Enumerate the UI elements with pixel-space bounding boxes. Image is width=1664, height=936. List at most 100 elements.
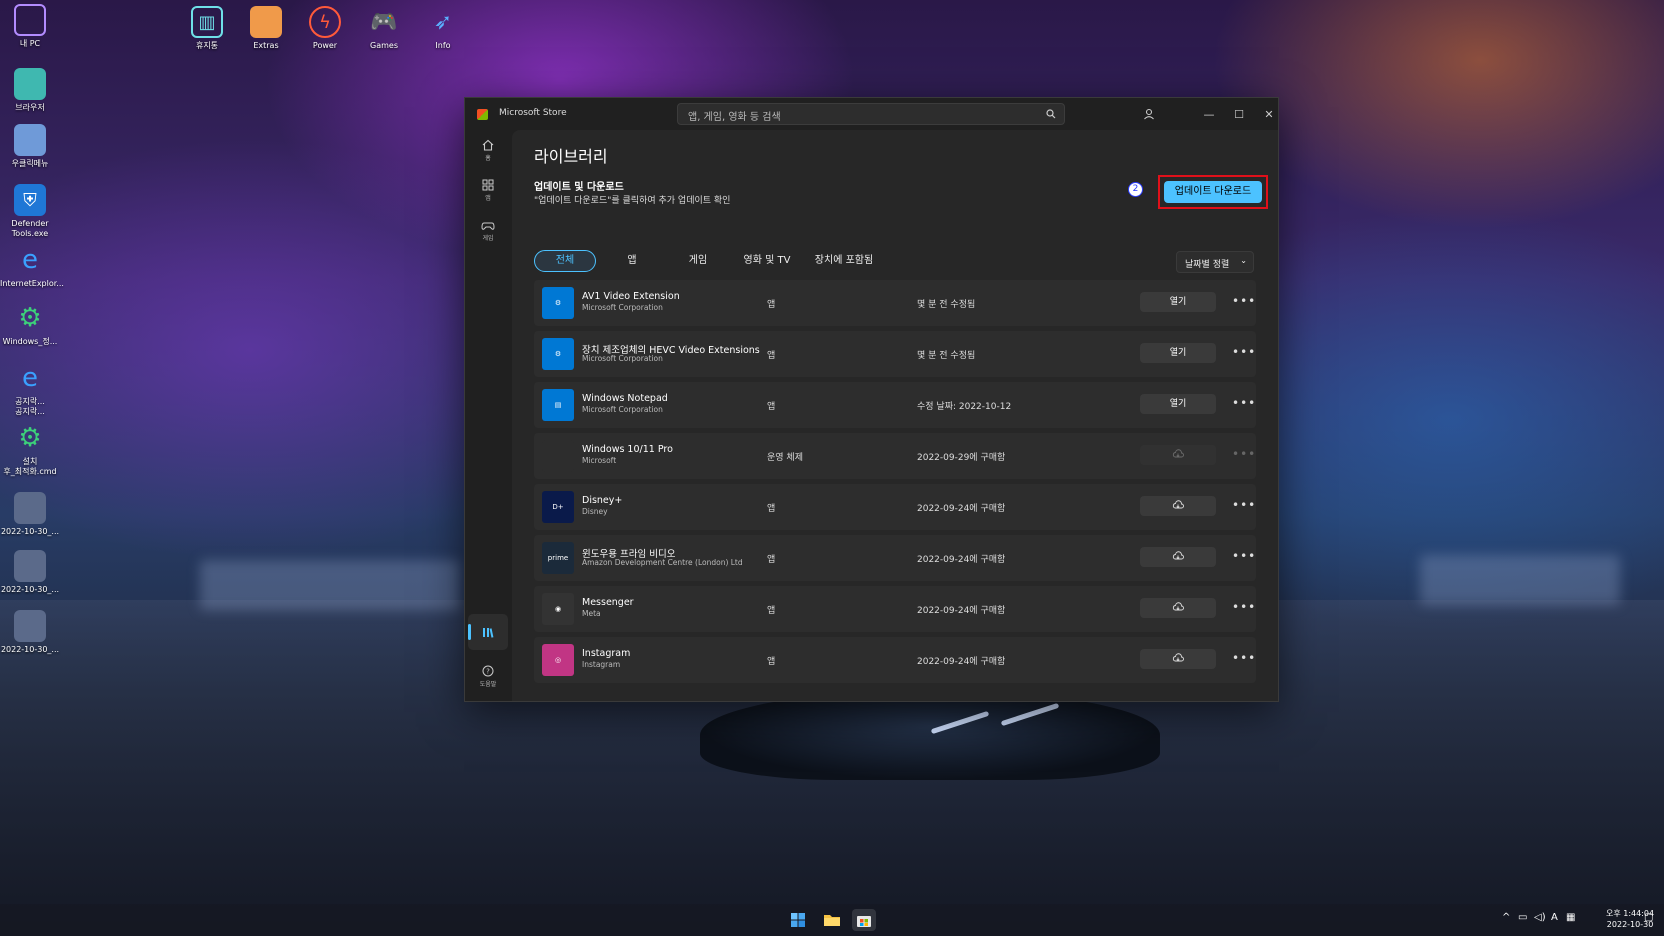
cloud-download-button[interactable] — [1140, 649, 1216, 669]
more-options-icon[interactable]: ••• — [1232, 396, 1256, 410]
cloud-download-icon — [1172, 449, 1184, 462]
desktop-icon[interactable]: ➶ Info — [413, 6, 473, 51]
desktop-icon[interactable]: 2022-10-30_... — [0, 550, 60, 595]
desktop-icon[interactable]: 브라우저 — [0, 68, 60, 113]
window-title: Microsoft Store — [499, 108, 567, 118]
monitor-icon — [14, 4, 46, 36]
close-button[interactable]: ✕ — [1259, 104, 1278, 124]
nav-item-games[interactable]: 게임 — [468, 214, 508, 250]
desktop-icon[interactable]: 2022-10-30_... — [0, 492, 60, 537]
library-row[interactable]: prime 윈도우용 프라임 비디오 Amazon Development Cent… — [534, 535, 1256, 581]
app-name: Windows Notepad — [582, 393, 668, 404]
library-row[interactable]: ◉ Messenger Meta 앱 2022-09-24에 구매함 ••• — [534, 586, 1256, 632]
download-updates-button[interactable]: 업데이트 다운로드 — [1164, 181, 1262, 203]
library-row[interactable]: ◎ Instagram Instagram 앱 2022-09-24에 구매함 ••• — [534, 637, 1256, 683]
desktop-icon[interactable]: ▥ 휴지통 — [177, 6, 237, 51]
tab-all[interactable]: 전체 — [534, 250, 596, 272]
more-options-icon[interactable]: ••• — [1232, 498, 1256, 512]
taskbar-file-explorer[interactable] — [820, 909, 844, 931]
nav-item-library[interactable] — [468, 614, 508, 650]
library-row[interactable]: Windows 10/11 Pro Microsoft 운영 체제 2022-09-2… — [534, 433, 1256, 479]
desktop-icon[interactable]: 🎮 Games — [354, 6, 414, 51]
desktop-icon[interactable]: ⚙ 설치 후_최적화.cmd — [0, 422, 60, 477]
library-page: 라이브러리 업데이트 및 다운로드 "업데이트 다운로드"를 클릭하여 추가 업… — [512, 130, 1278, 701]
more-options-icon[interactable]: ••• — [1232, 651, 1256, 665]
desktop-icon[interactable]: ϟ Power — [295, 6, 355, 51]
app-publisher: Microsoft Corporation — [582, 405, 663, 414]
app-type: 앱 — [767, 555, 776, 565]
more-options-icon[interactable]: ••• — [1232, 345, 1256, 359]
search-icon[interactable] — [1046, 109, 1056, 119]
more-options-icon[interactable]: ••• — [1232, 294, 1256, 308]
app-date: 몇 분 전 수정됨 — [917, 300, 976, 310]
search-input[interactable]: 앱, 게임, 영화 등 검색 — [677, 103, 1065, 125]
title-bar[interactable]: Microsoft Store 앱, 게임, 영화 등 검색 — ☐ ✕ — [465, 98, 1278, 130]
app-date: 2022-09-29에 구매함 — [917, 453, 1006, 463]
desktop-icon[interactable]: ⚙ Windows_정... — [0, 302, 60, 347]
app-date: 2022-09-24에 구매함 — [917, 657, 1006, 667]
desktop-icon[interactable]: ⛨ Defender Tools.exe — [0, 184, 60, 239]
desktop-icon[interactable]: 내 PC — [0, 4, 60, 49]
nav-item-help[interactable]: ? 도움말 — [468, 660, 508, 696]
close-icon: ✕ — [1264, 107, 1274, 121]
open-button[interactable]: 열기 — [1140, 394, 1216, 414]
desktop-icon-label: 우클릭메뉴 — [11, 159, 49, 168]
help-icon: ? — [482, 665, 494, 677]
library-row[interactable]: ▤ Windows Notepad Microsoft Corporation 앱 수정… — [534, 382, 1256, 428]
desktop-icon[interactable]: 2022-10-30_... — [0, 610, 60, 655]
home-icon — [482, 139, 494, 151]
volume-icon[interactable]: ◁) — [1534, 912, 1546, 923]
sort-label: 날짜별 정렬 — [1185, 260, 1230, 270]
tab-movies-tv[interactable]: 영화 및 TV — [734, 250, 800, 272]
disney-icon: D+ — [542, 491, 574, 523]
nav-label: 앱 — [485, 195, 491, 202]
folder-icon — [250, 6, 282, 38]
cloud-download-button[interactable] — [1140, 598, 1216, 618]
chevron-down-icon: ⌄ — [1240, 256, 1247, 265]
more-options-icon[interactable]: ••• — [1232, 549, 1256, 563]
network-icon[interactable]: ▭ — [1518, 912, 1527, 923]
cloud-download-button[interactable] — [1140, 496, 1216, 516]
keyboard-icon[interactable]: ▦ — [1566, 912, 1575, 923]
app-publisher: Disney — [582, 507, 608, 516]
maximize-icon: ☐ — [1234, 107, 1244, 121]
scrollbar[interactable] — [1278, 170, 1279, 690]
open-button[interactable]: 열기 — [1140, 292, 1216, 312]
start-button[interactable] — [786, 909, 810, 931]
desktop-icon[interactable]: Extras — [236, 6, 296, 51]
desktop-icon-label: Info — [435, 41, 451, 50]
maximize-button[interactable]: ☐ — [1229, 104, 1249, 124]
tab-games[interactable]: 게임 — [668, 250, 728, 272]
search-placeholder: 앱, 게임, 영화 등 검색 — [688, 112, 781, 123]
store-logo-icon — [477, 109, 488, 120]
folder-icon — [824, 915, 840, 926]
cloud-download-button[interactable] — [1140, 547, 1216, 567]
more-options-icon[interactable]: ••• — [1232, 600, 1256, 614]
app-type: 앱 — [767, 504, 776, 514]
ime-indicator[interactable]: A — [1551, 912, 1558, 923]
desktop-icon[interactable]: 우클릭메뉴 — [0, 124, 60, 169]
app-publisher: Microsoft Corporation — [582, 303, 663, 312]
minimize-button[interactable]: — — [1199, 104, 1219, 124]
updates-section-title: 업데이트 및 다운로드 — [534, 182, 624, 193]
taskbar-microsoft-store[interactable] — [852, 909, 876, 931]
gear-icon: ⚙ — [18, 423, 42, 453]
open-button[interactable]: 열기 — [1140, 343, 1216, 363]
nav-item-apps[interactable]: 앱 — [468, 174, 508, 210]
tab-apps[interactable]: 앱 — [604, 250, 660, 272]
library-row[interactable]: D+ Disney+ Disney 앱 2022-09-24에 구매함 ••• — [534, 484, 1256, 530]
profile-icon[interactable] — [1141, 106, 1157, 122]
library-list: ⚙ AV1 Video Extension Microsoft Corporatio… — [534, 280, 1256, 701]
sort-dropdown[interactable]: 날짜별 정렬 ⌄ — [1176, 251, 1254, 273]
tab-included-with-device[interactable]: 장치에 포함됨 — [806, 250, 882, 272]
tray-chevron-up-icon[interactable]: ^ — [1502, 912, 1510, 923]
notification-icon[interactable]: ▢ — [1644, 912, 1653, 923]
desktop-icon[interactable]: e 공지락... 공지락... — [0, 362, 60, 417]
wallpaper-light — [1420, 555, 1620, 605]
app-publisher: Microsoft — [582, 456, 617, 465]
library-row[interactable]: ⚙ AV1 Video Extension Microsoft Corporatio… — [534, 280, 1256, 326]
library-icon — [483, 628, 494, 638]
library-row[interactable]: ⚙ 장치 제조업체의 HEVC Video Extensions Microsoft… — [534, 331, 1256, 377]
desktop-icon[interactable]: e InternetExplor... — [0, 244, 64, 289]
nav-item-home[interactable]: 홈 — [468, 134, 508, 170]
